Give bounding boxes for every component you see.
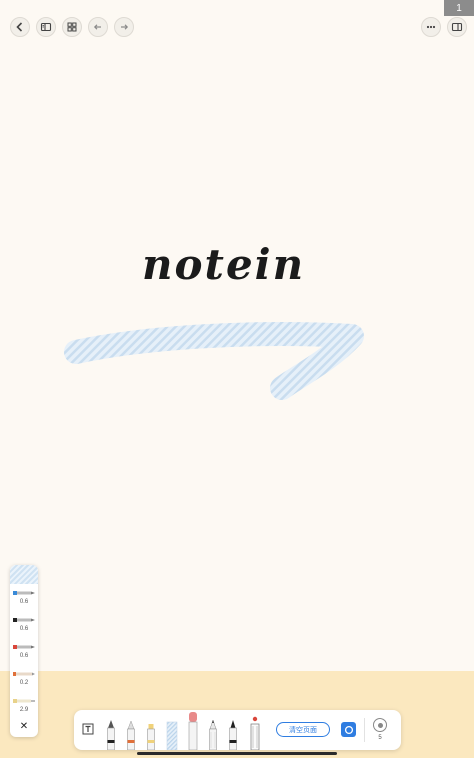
grid-button[interactable] <box>62 17 82 37</box>
eraser-icon[interactable] <box>186 712 200 750</box>
undo-button[interactable] <box>88 17 108 37</box>
close-pen-panel-button[interactable]: ✕ <box>10 721 38 735</box>
back-button[interactable] <box>10 17 30 37</box>
fountain-pen-icon[interactable] <box>104 718 118 750</box>
pen-tip-icon <box>13 672 35 676</box>
pencil-icon[interactable] <box>206 718 220 750</box>
size-dot-icon <box>377 722 383 728</box>
text-box-icon[interactable] <box>82 723 94 735</box>
top-toolbar <box>0 17 474 37</box>
pen-tip-icon <box>13 618 35 622</box>
chevron-left-icon <box>16 22 23 32</box>
page-number-badge[interactable]: 1 <box>444 0 474 16</box>
pen-slot-2[interactable]: 0.6 <box>10 611 38 638</box>
grid-icon <box>67 22 77 32</box>
home-indicator <box>137 752 337 755</box>
more-button[interactable] <box>421 17 441 37</box>
panel-icon <box>451 22 463 32</box>
ballpoint-pen-icon[interactable] <box>124 718 138 750</box>
brush-pen-icon[interactable] <box>248 716 262 750</box>
pen-slot-3[interactable]: 0.6 <box>10 638 38 665</box>
pen-size: 0.6 <box>19 626 29 632</box>
sidebar-button[interactable] <box>36 17 56 37</box>
pen-size: 0.6 <box>19 599 29 605</box>
fineliner-icon[interactable] <box>226 718 240 750</box>
redo-icon <box>121 24 129 30</box>
panel-button[interactable] <box>447 17 467 37</box>
highlighter-icon[interactable] <box>166 720 178 750</box>
more-icon <box>426 25 436 29</box>
pen-size: 2.9 <box>19 707 29 713</box>
handwriting-notein: notein <box>142 240 306 289</box>
pen-slot-1[interactable]: 0.6 <box>10 584 38 611</box>
pen-panel: 0.6 0.6 0.6 0.2 2.9 ✕ <box>10 565 38 737</box>
lasso-button[interactable] <box>341 722 356 737</box>
drawing-toolbar: 清空页面 5 <box>74 710 401 750</box>
pen-stroke-preview <box>10 565 38 584</box>
pen-tip-icon <box>13 591 35 595</box>
pen-slot-4[interactable]: 0.2 <box>10 665 38 692</box>
marker-icon[interactable] <box>144 718 158 750</box>
pen-size: 0.2 <box>19 680 29 686</box>
pen-tip-icon <box>13 645 35 649</box>
eraser-size-button[interactable] <box>373 718 387 732</box>
toolbar-divider <box>364 718 365 742</box>
lasso-icon <box>344 725 353 734</box>
undo-icon <box>93 24 101 30</box>
redo-button[interactable] <box>114 17 134 37</box>
pen-slot-5[interactable]: 2.9 <box>10 692 38 719</box>
highlighter-stroke <box>64 321 364 400</box>
clear-page-button[interactable]: 清空页面 <box>276 722 330 737</box>
sidebar-icon <box>40 22 52 32</box>
pen-size: 0.6 <box>19 653 29 659</box>
highlighter-tip-icon <box>13 699 35 703</box>
eraser-size-value: 5 <box>378 735 382 741</box>
